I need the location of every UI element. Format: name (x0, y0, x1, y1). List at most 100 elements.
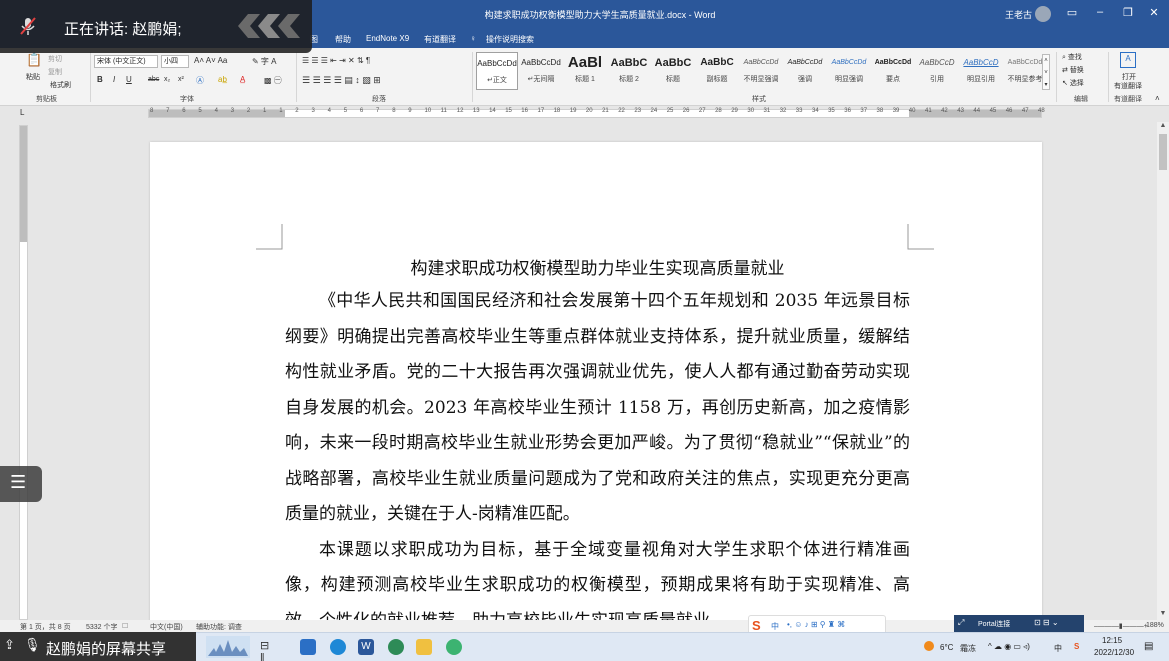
style-heading-1[interactable]: AaBl 标题 1 (564, 52, 606, 90)
copy-button[interactable]: 复制 (48, 67, 62, 77)
style-no-spacing[interactable]: AaBbCcDd ↵无间隔 (520, 52, 562, 90)
page-count[interactable]: 第 1 页，共 8 页 (20, 622, 71, 632)
italic-button[interactable]: I (113, 75, 115, 84)
tab-help[interactable]: 帮助 (335, 34, 351, 45)
edge-icon[interactable] (330, 639, 346, 655)
tray-icons[interactable]: ^ ☁ ◉ ▭ ◃) (988, 642, 1030, 651)
ime-lang[interactable]: 中 (771, 621, 779, 632)
mic-icon[interactable]: 🎙 (24, 637, 41, 653)
photos-icon[interactable] (300, 639, 316, 655)
replace-button[interactable]: ⇄ 替换 (1062, 65, 1084, 75)
task-view-icon[interactable]: ⊟ ‖ (260, 639, 276, 661)
minimize-icon[interactable]: – (1090, 6, 1110, 24)
translate-icon[interactable]: A (1120, 52, 1136, 68)
portal-connect[interactable]: Portal连接 (978, 619, 1010, 629)
style-subtle-reference[interactable]: AaBbCcDd 不明显参考 (1004, 52, 1046, 90)
align-icon[interactable]: ☰ ☰ ☰ ☰ ▤ ↕ ▧ ⊞ (302, 75, 381, 86)
sogou-tray-icon[interactable]: S (1074, 642, 1079, 651)
ruler-number: 2 (246, 108, 251, 114)
zoom-slider[interactable]: –———▮———+ (1094, 622, 1148, 630)
app-icon[interactable] (388, 639, 404, 655)
scroll-up-icon[interactable]: ▲ (1157, 122, 1169, 132)
subscript-button[interactable]: x₂ (164, 76, 170, 83)
paste-button[interactable]: 粘贴 (26, 72, 40, 82)
document-page[interactable]: 构建求职成功权衡模型助力毕业生实现高质量就业 《中华人民共和国国民经济和社会发展… (150, 142, 1042, 631)
tab-youdao[interactable]: 有道翻译 (424, 34, 456, 45)
panel-tools-icon[interactable]: ⊡ ⊟ ⌄ (1034, 618, 1059, 627)
vertical-scrollbar[interactable]: ▲ ▼ (1157, 122, 1169, 620)
mic-muted-icon[interactable] (18, 16, 38, 36)
language-status[interactable]: 中文(中国) (150, 622, 183, 632)
style-subtitle[interactable]: AaBbC 副标题 (696, 52, 738, 90)
style-subtle-emphasis[interactable]: AaBbCcDd 不明显强调 (740, 52, 782, 90)
bullets-icon[interactable]: ☰ ☰ ☰ ⇤ ⇥ ✕ ⇅ ¶ (302, 56, 370, 65)
scroll-thumb[interactable] (1159, 134, 1167, 170)
restore-icon[interactable]: ❐ (1118, 6, 1138, 24)
collapse-ribbon-icon[interactable]: ˄ (1155, 94, 1160, 103)
notification-icon[interactable]: ▤ (1144, 641, 1153, 652)
highlight-icon[interactable]: ab̲ (218, 75, 227, 84)
share-icon[interactable]: ⇪ (4, 637, 15, 653)
weather-temp[interactable]: 6°C (940, 643, 953, 652)
ruler-number: 18 (553, 108, 561, 114)
tab-stop-icon[interactable]: L (20, 108, 24, 117)
strikethrough-button[interactable]: abc (148, 76, 159, 83)
styles-scroll-icon[interactable]: ˄ ˅ ▾ (1042, 54, 1050, 90)
font-color-icon[interactable]: A̲ (240, 75, 245, 84)
vertical-ruler[interactable] (19, 125, 28, 620)
clock-date[interactable]: 2022/12/30 (1094, 648, 1134, 657)
word-icon[interactable]: W (358, 639, 374, 655)
close-icon[interactable]: ✕ (1144, 6, 1164, 24)
sogou-icon[interactable]: S (752, 618, 761, 633)
char-shading-icon[interactable]: ▩ ㊀ (264, 75, 282, 86)
accessibility-status[interactable]: 辅助功能: 调查 (196, 622, 242, 632)
style-emphasis[interactable]: AaBbCcDd 强调 (784, 52, 826, 90)
format-painter-button[interactable]: 格式刷 (50, 80, 71, 90)
bold-button[interactable]: B (97, 75, 103, 84)
paragraph: 《中华人民共和国国民经济和社会发展第十四个五年规划和 2035 年远景目标纲要》… (285, 291, 910, 524)
ribbon-display-icon[interactable]: ▭ (1062, 6, 1082, 24)
user-name[interactable]: 王老古 (1005, 8, 1032, 21)
superscript-button[interactable]: x² (178, 76, 184, 83)
file-explorer-icon[interactable] (416, 639, 432, 655)
find-button[interactable]: ⌕ 查找 (1062, 52, 1082, 62)
word-count[interactable]: 5332 个字 (86, 622, 118, 632)
select-button[interactable]: ↖ 选择 (1062, 78, 1084, 88)
style-strong[interactable]: AaBbCcDd 要点 (872, 52, 914, 90)
ruler-number: 44 (973, 108, 981, 114)
style-normal[interactable]: AaBbCcDd ↵正文 (476, 52, 518, 90)
scroll-down-icon[interactable]: ▼ (1157, 610, 1169, 620)
underline-button[interactable]: U (126, 75, 132, 84)
grow-font-icon[interactable]: A˄ A˅ Aa (194, 56, 227, 65)
proofing-icon[interactable]: ☐ (122, 622, 128, 630)
tray-ime-lang[interactable]: 中 (1054, 643, 1062, 654)
text-effects-icon[interactable]: Ⓐ (196, 75, 204, 86)
clear-format-icon[interactable]: ✎ 字 A (252, 56, 276, 67)
ruler-number: 14 (489, 108, 496, 114)
paste-icon[interactable]: 📋 (26, 53, 42, 70)
style-intense-quote[interactable]: AaBbCcD 明显引用 (960, 52, 1002, 90)
document-body[interactable]: 构建求职成功权衡模型助力毕业生实现高质量就业 《中华人民共和国国民经济和社会发展… (285, 254, 910, 639)
avatar[interactable] (1035, 6, 1051, 22)
word-window: 构建求职成功权衡模型助力大学生高质量就业.docx - Word 王老古 ▭ –… (0, 0, 1169, 661)
zoom-level[interactable]: 188% (1146, 622, 1164, 629)
weather-desc[interactable]: 霜冻 (960, 643, 976, 654)
style-heading-2[interactable]: AaBbC 标题 2 (608, 52, 650, 90)
style-title[interactable]: AaBbC 标题 (652, 52, 694, 90)
style-intense-emphasis[interactable]: AaBbCcDd 明显强调 (828, 52, 870, 90)
floating-menu-button[interactable]: ☰ (0, 466, 42, 502)
expand-icon[interactable]: ⤢ (958, 618, 964, 628)
cut-button[interactable]: 剪切 (48, 54, 62, 64)
style-quote[interactable]: AaBbCcD 引用 (916, 52, 958, 90)
clock-time[interactable]: 12:15 (1102, 636, 1122, 645)
portal-panel[interactable]: ⤢ Portal连接 ⊡ ⊟ ⌄ (954, 615, 1084, 633)
ruler-number: 20 (585, 108, 593, 114)
screen-share-bar[interactable]: ⇪ 🎙 赵鹏娟的屏幕共享 (0, 632, 196, 661)
ime-tools-icon[interactable]: •, ☺ ♪ ⊞ ⚲ ♜ ⌘ (787, 620, 845, 629)
weather-icon[interactable] (924, 641, 934, 651)
tell-me-search[interactable]: 操作说明搜索 (486, 34, 534, 45)
tab-endnote[interactable]: EndNote X9 (366, 34, 409, 43)
wechat-icon[interactable] (446, 639, 462, 655)
font-name-combo[interactable]: 宋体 (中文正文) (94, 55, 158, 68)
font-size-combo[interactable]: 小四 (161, 55, 189, 68)
